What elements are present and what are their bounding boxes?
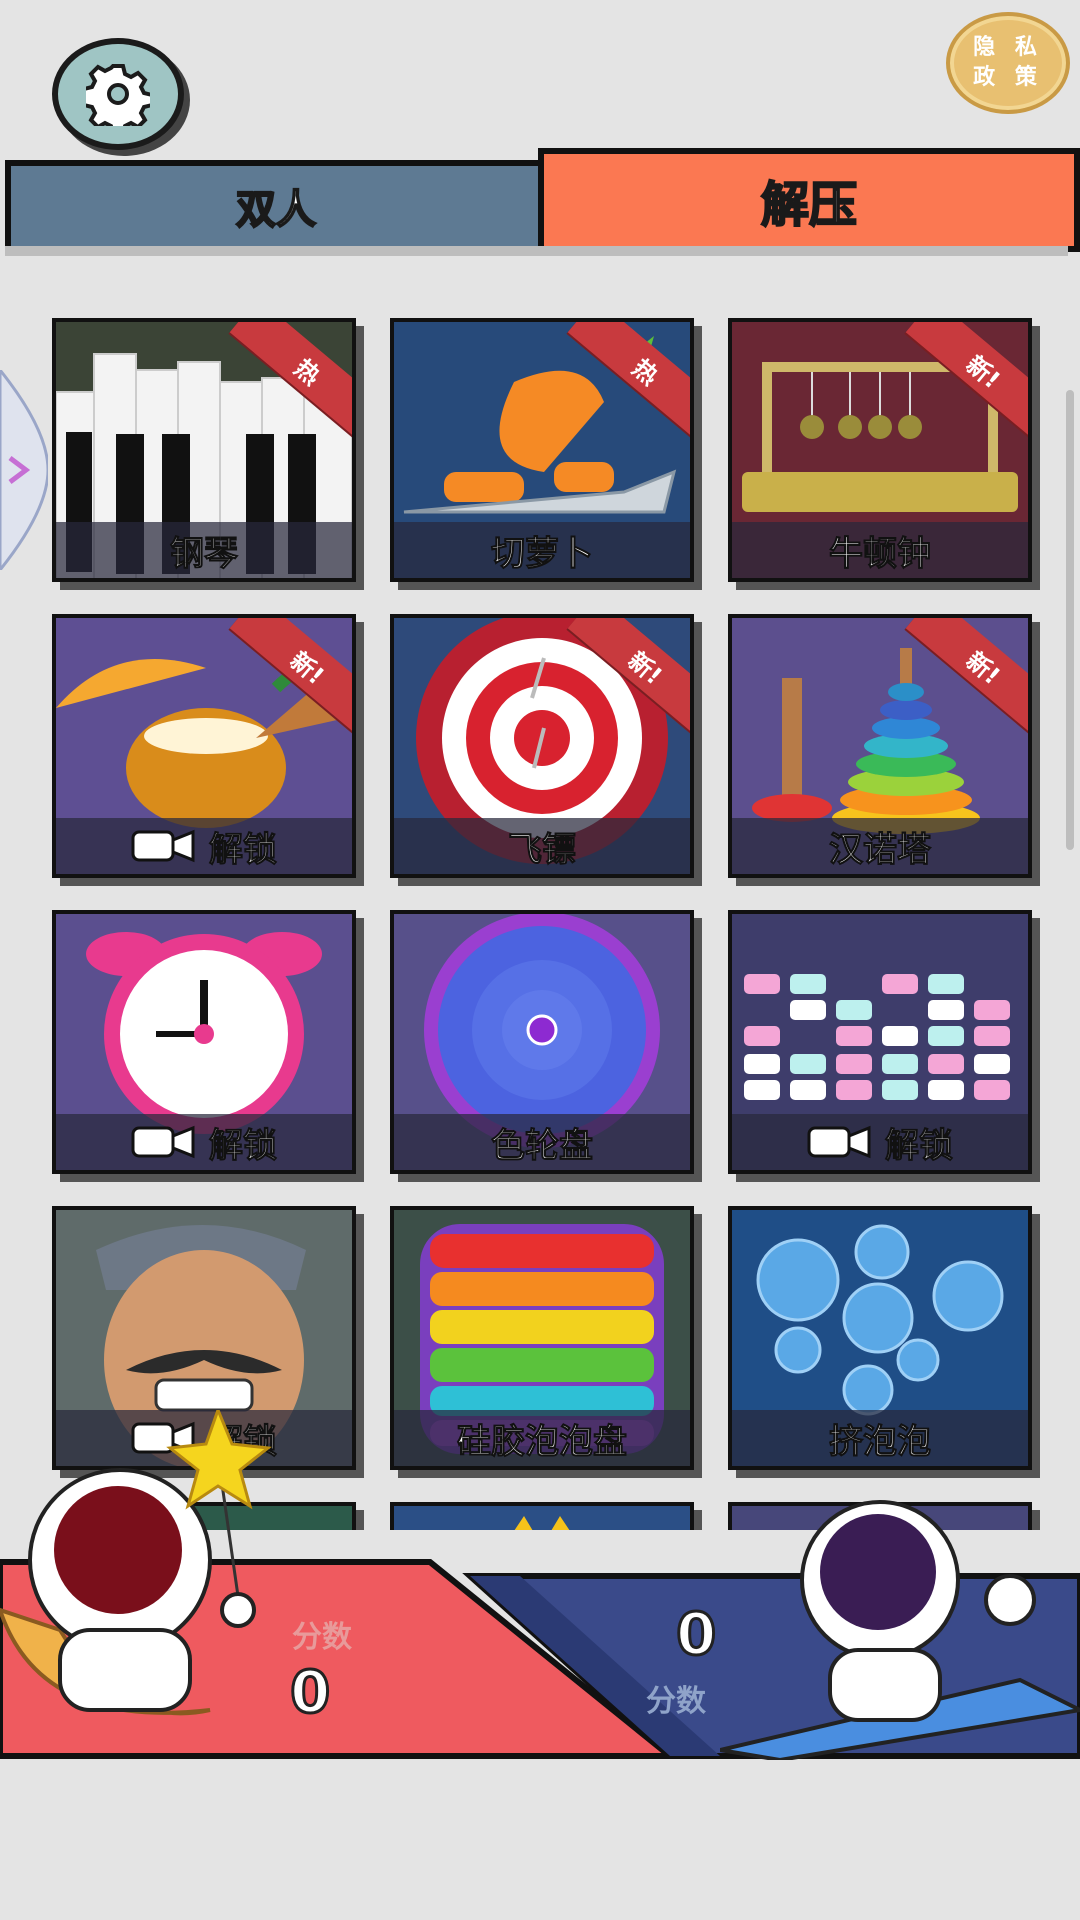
settings-button[interactable] (52, 38, 184, 150)
game-tile-row5-2[interactable] (390, 1502, 694, 1530)
game-label: 解锁 (56, 1114, 352, 1170)
game-tile-tower-of-hanoi[interactable]: 新! 汉诺塔 (728, 614, 1032, 878)
game-tile-piano[interactable]: 热 钢琴 (52, 318, 356, 582)
game-tile-squeeze-bubbles[interactable]: 挤泡泡 (728, 1206, 1032, 1470)
game-label: 切萝卜 (394, 522, 690, 578)
tab-two-player[interactable]: 双人 (5, 160, 547, 252)
astronaut-rocket-right-icon (720, 1500, 1080, 1760)
left-score-value: 0 (288, 1657, 331, 1728)
game-label: 汉诺塔 (732, 818, 1028, 874)
game-label: 飞镖 (394, 818, 690, 874)
game-label: 钢琴 (56, 522, 352, 578)
tab-divider (5, 246, 1068, 256)
sunflower-icon (514, 1516, 570, 1530)
game-label: 牛顿钟 (732, 522, 1028, 578)
video-camera-icon (131, 829, 195, 863)
tab-relax[interactable]: 解压 (538, 148, 1080, 252)
game-tile-cut-carrot[interactable]: 热 切萝卜 (390, 318, 694, 582)
right-score-label: 分数 (646, 1684, 706, 1719)
game-label: 色轮盘 (394, 1114, 690, 1170)
game-tile-locked-alarm-clock[interactable]: 解锁 (52, 910, 356, 1174)
game-tile-newtons-cradle[interactable]: 新! 牛顿钟 (728, 318, 1032, 582)
game-label: 硅胶泡泡盘 (394, 1410, 690, 1466)
gear-icon (86, 64, 150, 126)
game-label: 挤泡泡 (732, 1410, 1028, 1466)
game-tile-pop-it[interactable]: 硅胶泡泡盘 (390, 1206, 694, 1470)
video-camera-icon (131, 1125, 195, 1159)
left-score-label: 分数 (292, 1620, 352, 1655)
tab-two-player-label: 双人 (235, 186, 317, 234)
privacy-policy-button[interactable]: 隐 私 政 策 (946, 12, 1070, 114)
privacy-line-2: 政 策 (973, 65, 1043, 90)
game-tile-locked-coconut[interactable]: 新! 解锁 (52, 614, 356, 878)
right-score-value: 0 (674, 1599, 717, 1670)
game-label: 解锁 (732, 1114, 1028, 1170)
game-label: 解锁 (56, 818, 352, 874)
astronaut-moon-left-icon (0, 1410, 272, 1716)
video-camera-icon (807, 1125, 871, 1159)
tab-relax-label: 解压 (760, 176, 858, 234)
privacy-line-1: 隐 私 (973, 35, 1043, 60)
game-tile-darts[interactable]: 新! 飞镖 (390, 614, 694, 878)
game-tile-color-wheel[interactable]: 色轮盘 (390, 910, 694, 1174)
game-tile-locked-equalizer[interactable]: 解锁 (728, 910, 1032, 1174)
game-grid: 热 钢琴 热 切萝卜 新! 牛顿钟 新! 解锁 新! 飞镖 新! 汉诺塔 解锁 … (0, 300, 1080, 1530)
